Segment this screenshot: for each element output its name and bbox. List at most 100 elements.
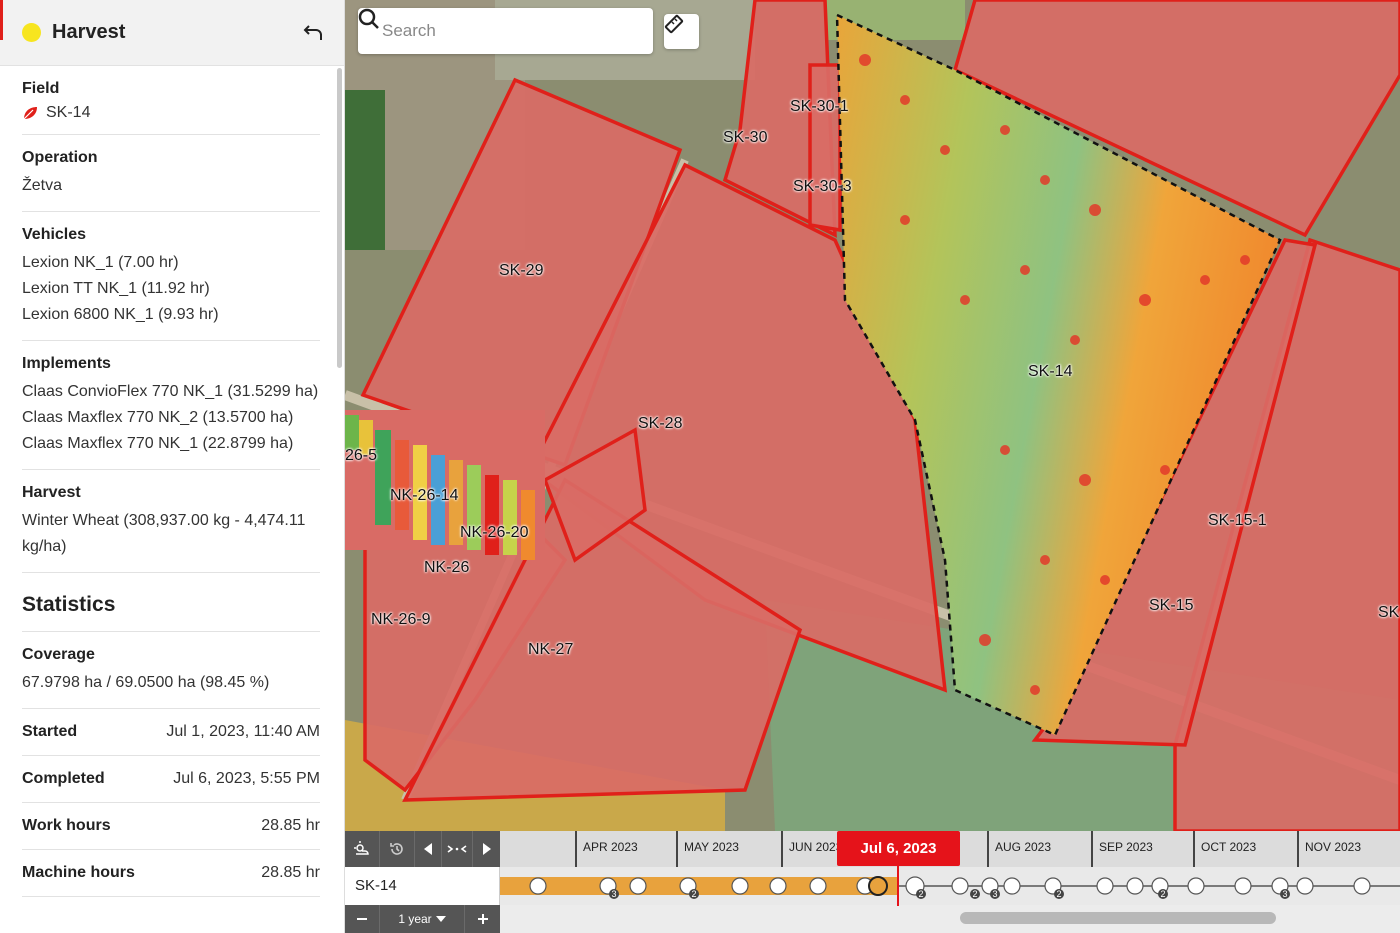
ruler-icon (664, 14, 684, 34)
timeline-track[interactable]: 3 2 2 2 3 2 2 3 (500, 867, 1400, 905)
undo-arrow-icon (303, 24, 322, 40)
zoom-in-button[interactable] (465, 905, 500, 933)
range-value: 1 year (398, 912, 432, 926)
timeline: APR 2023 MAY 2023 JUN 2023 AUG 2023 SEP … (345, 831, 1400, 933)
vehicle-item: Lexion TT NK_1 (11.92 hr) (22, 280, 210, 297)
current-date-line[interactable] (897, 866, 899, 906)
coverage-section: Coverage 67.9798 ha / 69.0500 ha (98.45 … (22, 632, 320, 709)
operation-label: Operation (22, 149, 98, 166)
field-section: Field SK-14 (22, 66, 320, 135)
implements-label: Implements (22, 355, 111, 372)
machine-hours-label: Machine hours (22, 864, 135, 881)
event-marker[interactable] (809, 877, 827, 895)
event-marker[interactable] (1353, 877, 1371, 895)
previous-button[interactable] (415, 831, 442, 867)
search-input[interactable] (382, 21, 602, 41)
status-dot-icon (22, 23, 41, 42)
weather-button[interactable] (345, 831, 380, 867)
statistics-heading: Statistics (22, 573, 320, 632)
event-count: 2 (972, 889, 977, 899)
timeline-scrollbar[interactable] (960, 912, 1276, 924)
history-button[interactable] (380, 831, 415, 867)
map-view[interactable]: SK-30-1 SK-30 SK-30-3 SK-29 SK-14 SK-28 … (345, 0, 1400, 831)
implement-item: Claas Maxflex 770 NK_1 (22.8799 ha) (22, 435, 294, 452)
event-marker[interactable] (1296, 877, 1314, 895)
next-button[interactable] (473, 831, 500, 867)
field-value[interactable]: SK-14 (46, 104, 90, 122)
operation-value: Žetva (22, 177, 63, 194)
measure-button[interactable] (664, 14, 699, 49)
machine-hours-row: Machine hours 28.85 hr (22, 850, 320, 897)
plus-icon (477, 914, 488, 924)
operation-bar[interactable] (500, 877, 898, 895)
coverage-label: Coverage (22, 646, 95, 663)
started-row: Started Jul 1, 2023, 11:40 AM (22, 709, 320, 756)
event-marker[interactable] (1126, 877, 1144, 895)
field-label-sk-30[interactable]: SK-30 (723, 129, 767, 147)
event-marker[interactable] (1187, 877, 1205, 895)
work-hours-row: Work hours 28.85 hr (22, 803, 320, 850)
zoom-out-button[interactable] (345, 905, 380, 933)
timeline-events[interactable]: 3 2 2 2 3 2 2 3 (500, 867, 1400, 905)
details-sidebar: Harvest Field SK-14 Operation Žetva Vehi… (0, 0, 345, 933)
implements-section: Implements Claas ConvioFlex 770 NK_1 (31… (22, 341, 320, 470)
field-label-sk-14[interactable]: SK-14 (1028, 363, 1072, 381)
event-marker[interactable] (1003, 877, 1021, 895)
field-label-nk-26-9[interactable]: NK-26-9 (371, 611, 431, 629)
field-label-nk-26[interactable]: NK-26 (424, 559, 469, 577)
vehicles-section: Vehicles Lexion NK_1 (7.00 hr) Lexion TT… (22, 212, 320, 341)
minus-icon (357, 918, 367, 920)
event-count: 2 (691, 889, 696, 899)
page-title: Harvest (52, 21, 126, 43)
field-label-sk-15-1[interactable]: SK-15-1 (1208, 512, 1267, 530)
operation-section: Operation Žetva (22, 135, 320, 212)
event-marker[interactable] (1096, 877, 1114, 895)
event-marker[interactable] (629, 877, 647, 895)
implement-item: Claas ConvioFlex 770 NK_1 (31.5299 ha) (22, 383, 319, 400)
field-label-sk-15[interactable]: SK-15 (1149, 597, 1193, 615)
harvest-label: Harvest (22, 484, 81, 501)
field-label-nk-26-20[interactable]: NK-26-20 (460, 524, 528, 542)
event-count: 2 (1160, 889, 1165, 899)
event-marker[interactable] (951, 877, 969, 895)
field-sk-30-3[interactable] (808, 63, 842, 233)
month-label: APR 2023 (575, 831, 638, 867)
machine-hours-value: 28.85 hr (261, 864, 320, 881)
field-label-nk-26-14[interactable]: NK-26-14 (390, 487, 458, 505)
field-label: Field (22, 80, 60, 97)
timeline-controls (345, 831, 500, 867)
field-label-sk-30-3[interactable]: SK-30-3 (793, 178, 852, 196)
implement-item: Claas Maxflex 770 NK_2 (13.5700 ha) (22, 409, 294, 426)
range-select[interactable]: 1 year (380, 905, 465, 933)
event-marker[interactable] (731, 877, 749, 895)
vehicle-item: Lexion 6800 NK_1 (9.93 hr) (22, 306, 219, 323)
month-label: MAY 2023 (676, 831, 739, 867)
track-label: SK-14 (345, 867, 500, 905)
field-label-sk-30-1[interactable]: SK-30-1 (790, 98, 849, 116)
timeline-zoom-controls: 1 year (345, 905, 500, 933)
field-label-sk-partial[interactable]: SK- (1378, 604, 1400, 622)
completed-label: Completed (22, 770, 105, 787)
field-label-26-5[interactable]: 26-5 (345, 447, 377, 465)
field-label-nk-27[interactable]: NK-27 (528, 641, 573, 659)
started-label: Started (22, 723, 78, 740)
event-marker[interactable] (769, 877, 787, 895)
history-icon (390, 843, 403, 855)
sidebar-accent-bar (0, 0, 3, 40)
field-label-sk-29[interactable]: SK-29 (499, 262, 543, 280)
back-button[interactable] (300, 20, 326, 46)
sidebar-header: Harvest (0, 0, 344, 66)
search-box[interactable] (358, 8, 653, 54)
sidebar-scrollbar[interactable] (337, 68, 342, 368)
field-label-sk-28[interactable]: SK-28 (638, 415, 682, 433)
harvest-value: Winter Wheat (308,937.00 kg - 4,474.11 k… (22, 512, 306, 555)
event-count: 2 (918, 889, 923, 899)
event-marker-active[interactable] (868, 876, 888, 896)
collapse-arrows-icon (447, 845, 467, 853)
center-button[interactable] (442, 831, 473, 867)
started-value: Jul 1, 2023, 11:40 AM (166, 723, 320, 740)
current-date-badge[interactable]: Jul 6, 2023 (837, 831, 960, 866)
map-canvas[interactable] (345, 0, 1400, 831)
event-marker[interactable] (1234, 877, 1252, 895)
event-marker[interactable] (529, 877, 547, 895)
